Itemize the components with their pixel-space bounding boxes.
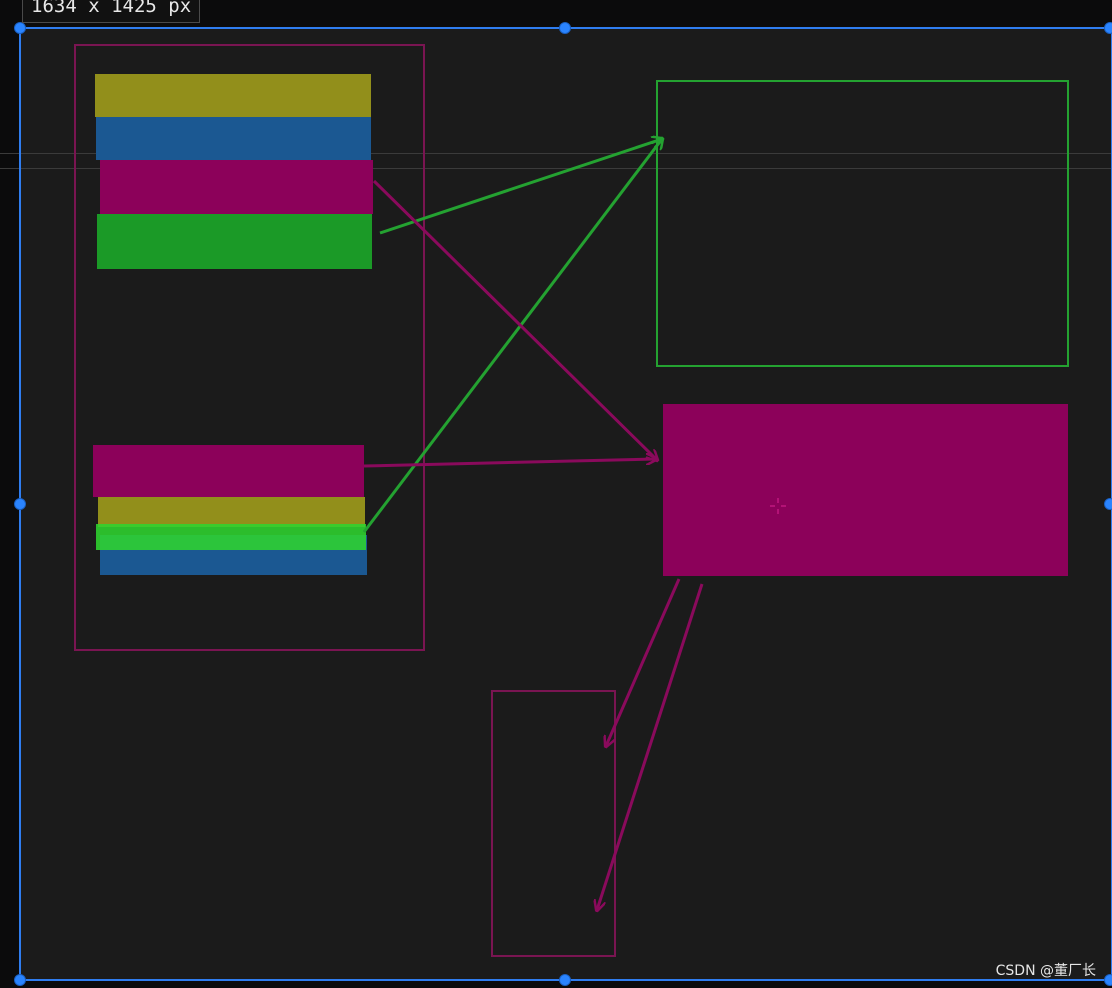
arrow-magenta-top-to-magenta-block <box>372 179 657 460</box>
resize-handle-bottom-left[interactable] <box>14 974 26 986</box>
resize-handle-top-left[interactable] <box>14 22 26 34</box>
resize-handle-middle-right[interactable] <box>1104 498 1112 510</box>
watermark: CSDN @董厂长 <box>995 963 1096 979</box>
resize-handle-bottom-right[interactable] <box>1104 974 1112 986</box>
resize-handle-top-center[interactable] <box>559 22 571 34</box>
arrow-magenta-to-box-lower <box>597 583 704 910</box>
arrow-green-bottom-to-green-box <box>362 139 662 533</box>
arrows-layer <box>19 27 1112 981</box>
resize-handle-middle-left[interactable] <box>14 498 26 510</box>
arrow-magenta-to-box-upper <box>606 578 681 746</box>
arrow-green-top-to-green-box <box>379 139 662 235</box>
resize-handle-bottom-center[interactable] <box>559 974 571 986</box>
arrow-magenta-bottom-to-magenta-block <box>363 459 656 468</box>
crosshair-icon <box>770 498 786 514</box>
resize-handle-top-right[interactable] <box>1104 22 1112 34</box>
dimension-label: 1634 x 1425 px <box>22 0 201 23</box>
